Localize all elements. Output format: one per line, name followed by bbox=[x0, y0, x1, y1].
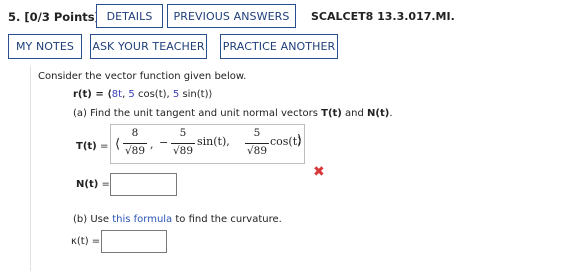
part-b-suffix: to find the curvature. bbox=[172, 214, 282, 225]
part-a-prompt: (a) Find the unit tangent and unit norma… bbox=[73, 108, 393, 119]
N-label-row: N(t) = bbox=[76, 179, 110, 190]
T-fn-2: sin(t), bbox=[197, 135, 230, 148]
N-label: N(t) bbox=[76, 179, 99, 190]
N-equals: = bbox=[101, 179, 110, 190]
r-component-1: 8t bbox=[111, 89, 123, 100]
formula-link[interactable]: this formula bbox=[112, 214, 172, 225]
part-a-N: N(t) bbox=[367, 108, 390, 119]
T-minus: − bbox=[159, 136, 169, 149]
question-number: 5. bbox=[8, 10, 21, 24]
part-a-end: . bbox=[389, 108, 393, 119]
vector-function: r(t) = ⟨8t, 5 cos(t), 5 sin(t)⟩ bbox=[73, 89, 212, 100]
T-fracline-2 bbox=[171, 143, 195, 144]
T-den-2: √89 bbox=[172, 145, 194, 157]
part-a-and: and bbox=[341, 108, 368, 119]
T-num-3: 5 bbox=[253, 127, 261, 139]
kappa-input[interactable] bbox=[101, 230, 167, 253]
question-header: 5. [0/3 Points] bbox=[8, 10, 100, 24]
T-answer-box[interactable]: ⟨ 8 √89 , − 5 √89 sin(t), 5 √89 cos(t) ⟩ bbox=[110, 124, 305, 164]
T-den-1: √89 bbox=[124, 145, 146, 157]
r-prefix: r(t) = ⟨ bbox=[73, 89, 112, 100]
T-lbracket: ⟨ bbox=[115, 137, 121, 152]
previous-answers-button[interactable]: PREVIOUS ANSWERS bbox=[167, 4, 296, 28]
practice-another-button[interactable]: PRACTICE ANOTHER bbox=[220, 34, 338, 59]
ask-teacher-button[interactable]: ASK YOUR TEACHER bbox=[90, 34, 207, 59]
T-fracline-3 bbox=[245, 143, 269, 144]
question-points: [0/3 Points] bbox=[24, 10, 100, 24]
T-fracline-1 bbox=[123, 143, 147, 144]
problem-intro: Consider the vector function given below… bbox=[38, 71, 247, 82]
T-equals: = bbox=[99, 141, 109, 152]
T-num-2: 5 bbox=[179, 127, 187, 139]
T-label-row: T(t) = bbox=[76, 141, 108, 152]
incorrect-icon: ✖ bbox=[313, 164, 325, 180]
r-component-3-fn: sin(t) bbox=[179, 89, 209, 100]
part-b-prompt: (b) Use this formula to find the curvatu… bbox=[73, 214, 282, 225]
T-label: T(t) bbox=[76, 141, 97, 152]
T-rbracket: ⟩ bbox=[297, 133, 303, 148]
details-button[interactable]: DETAILS bbox=[96, 4, 163, 28]
kappa-label: κ(t) = bbox=[71, 236, 101, 247]
T-num-1: 8 bbox=[131, 127, 139, 139]
T-den-3: √89 bbox=[246, 145, 268, 157]
r-suffix: ⟩ bbox=[208, 89, 213, 100]
part-a-T: T(t) bbox=[321, 108, 342, 119]
N-input[interactable] bbox=[110, 173, 177, 196]
T-sep-1: , bbox=[150, 138, 154, 151]
part-b-prefix: (b) Use bbox=[73, 214, 113, 225]
question-id: SCALCET8 13.3.017.MI. bbox=[311, 10, 455, 23]
part-a-prefix: (a) Find the unit tangent and unit norma… bbox=[73, 108, 322, 119]
r-component-2-fn: cos(t) bbox=[134, 89, 167, 100]
my-notes-button[interactable]: MY NOTES bbox=[8, 34, 82, 59]
